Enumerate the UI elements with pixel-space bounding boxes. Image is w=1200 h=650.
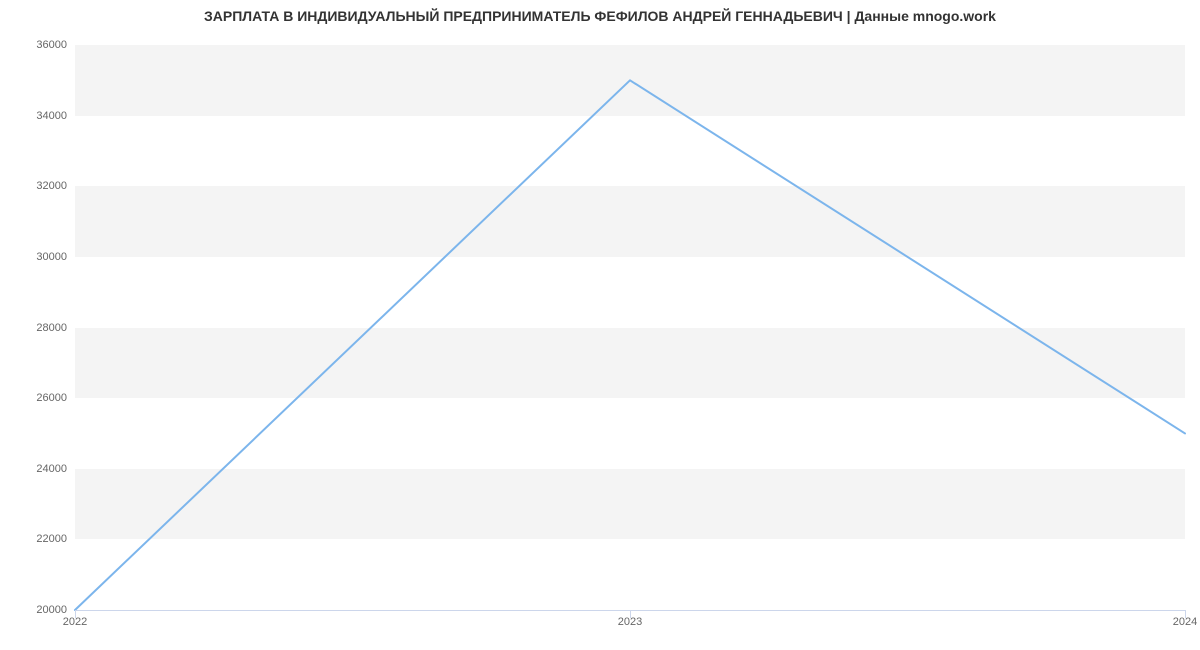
y-tick-label: 26000 (36, 392, 67, 404)
plot-area: 2000022000240002600028000300003200034000… (75, 45, 1185, 610)
data-series (75, 45, 1185, 610)
y-tick-label: 32000 (36, 180, 67, 192)
y-tick-label: 20000 (36, 604, 67, 616)
y-tick-label: 34000 (36, 110, 67, 122)
x-tick-mark (75, 610, 76, 618)
y-tick-label: 28000 (36, 322, 67, 334)
y-tick-label: 30000 (36, 251, 67, 263)
x-tick-mark (630, 610, 631, 618)
chart-container: ЗАРПЛАТА В ИНДИВИДУАЛЬНЫЙ ПРЕДПРИНИМАТЕЛ… (0, 0, 1200, 650)
y-tick-label: 24000 (36, 463, 67, 475)
line-path (75, 80, 1185, 610)
y-tick-label: 22000 (36, 533, 67, 545)
y-tick-label: 36000 (36, 39, 67, 51)
x-tick-mark (1185, 610, 1186, 618)
chart-title: ЗАРПЛАТА В ИНДИВИДУАЛЬНЫЙ ПРЕДПРИНИМАТЕЛ… (0, 8, 1200, 24)
